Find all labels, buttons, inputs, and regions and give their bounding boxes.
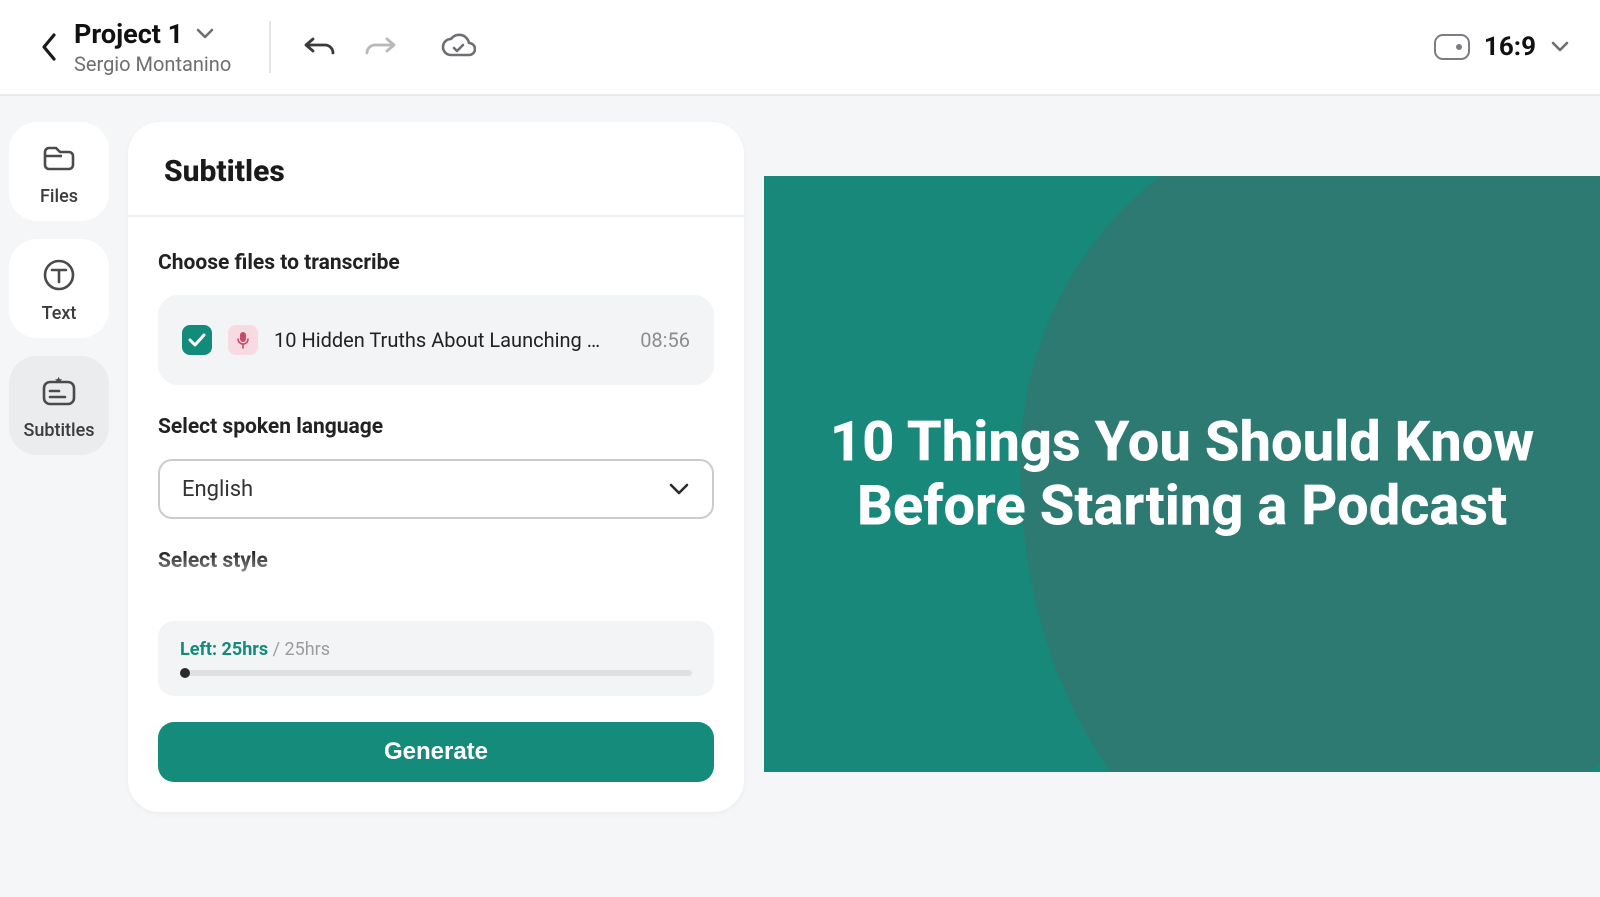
quota-card: Left: 25hrs / 25hrs (158, 621, 714, 696)
aspect-ratio-icon (1434, 34, 1470, 60)
redo-button[interactable] (357, 24, 403, 70)
project-name-dropdown[interactable]: Project 1 (74, 18, 231, 50)
text-icon (41, 257, 77, 293)
quota-total: / 25hrs (273, 639, 330, 660)
style-label: Select style (158, 549, 714, 573)
redo-icon (363, 33, 397, 61)
divider (269, 21, 271, 73)
subtitles-panel: Subtitles Choose files to transcribe 10 … (128, 122, 744, 812)
chevron-left-icon (40, 32, 60, 62)
topbar: Project 1 Sergio Montanino 16:9 (0, 0, 1600, 96)
quota-left: Left: 25hrs (180, 639, 268, 660)
undo-icon (303, 33, 337, 61)
file-row[interactable]: 10 Hidden Truths About Launching … 08:56 (158, 295, 714, 385)
panel-title: Subtitles (128, 122, 744, 217)
mic-icon (236, 331, 250, 349)
rail-item-text[interactable]: Text (9, 239, 109, 338)
audio-file-icon (228, 325, 258, 355)
quota-text: Left: 25hrs / 25hrs (180, 639, 692, 660)
project-block: Project 1 Sergio Montanino (74, 18, 231, 76)
aspect-ratio-value: 16:9 (1484, 32, 1536, 62)
rail-label: Files (40, 186, 78, 207)
generate-button[interactable]: Generate (158, 722, 714, 782)
undo-button[interactable] (297, 24, 343, 70)
back-button[interactable] (28, 25, 72, 69)
folder-icon (41, 140, 77, 176)
file-name: 10 Hidden Truths About Launching … (274, 328, 624, 352)
subtitles-icon (41, 374, 77, 410)
check-icon (188, 333, 206, 347)
quota-bar (180, 670, 692, 676)
rail-label: Text (42, 303, 77, 324)
rail-item-subtitles[interactable]: Subtitles (9, 356, 109, 455)
language-label: Select spoken language (158, 415, 714, 439)
chevron-down-icon (668, 482, 690, 496)
file-checkbox[interactable] (182, 325, 212, 355)
choose-files-label: Choose files to transcribe (158, 251, 714, 275)
language-select[interactable]: English (158, 459, 714, 519)
chevron-down-icon (1550, 40, 1570, 54)
rail-item-files[interactable]: Files (9, 122, 109, 221)
aspect-ratio-dropdown[interactable]: 16:9 (1434, 32, 1570, 62)
project-owner: Sergio Montanino (74, 52, 231, 76)
cloud-check-icon (440, 33, 476, 61)
file-duration: 08:56 (640, 328, 690, 352)
history-controls (297, 24, 481, 70)
panel-footer: Left: 25hrs / 25hrs Generate (128, 621, 744, 812)
cloud-save-button[interactable] (435, 24, 481, 70)
video-preview[interactable]: 10 Things You Should Know Before Startin… (764, 176, 1600, 772)
side-rail: Files Text Subtitles (0, 96, 118, 897)
chevron-down-icon (195, 27, 215, 41)
rail-label: Subtitles (23, 420, 94, 441)
language-value: English (182, 477, 253, 502)
workarea: Files Text Subtitles Subtitles Choose fi… (0, 96, 1600, 897)
project-name: Project 1 (74, 18, 183, 50)
preview-title: 10 Things You Should Know Before Startin… (804, 410, 1560, 539)
